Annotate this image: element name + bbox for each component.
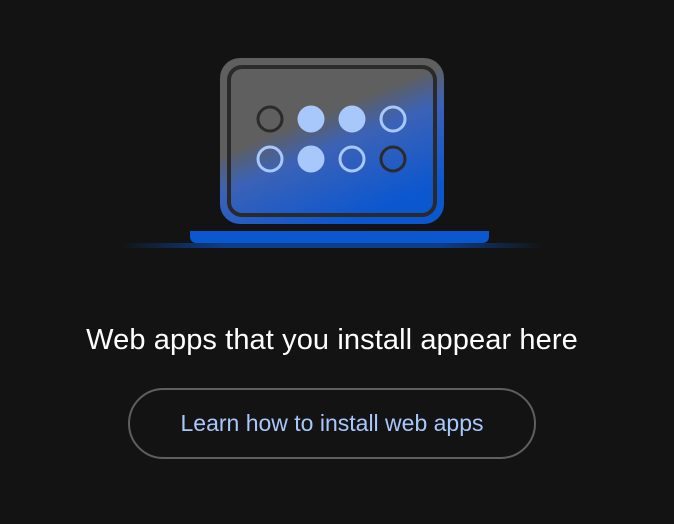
laptop-app-grid-icon [120, 58, 544, 248]
laptop-screen [220, 58, 444, 224]
laptop-base [190, 231, 489, 243]
learn-install-web-apps-button[interactable]: Learn how to install web apps [128, 388, 536, 459]
web-apps-page: Web apps that you install appear here Le… [0, 0, 674, 524]
empty-state-title: Web apps that you install appear here [86, 324, 578, 356]
